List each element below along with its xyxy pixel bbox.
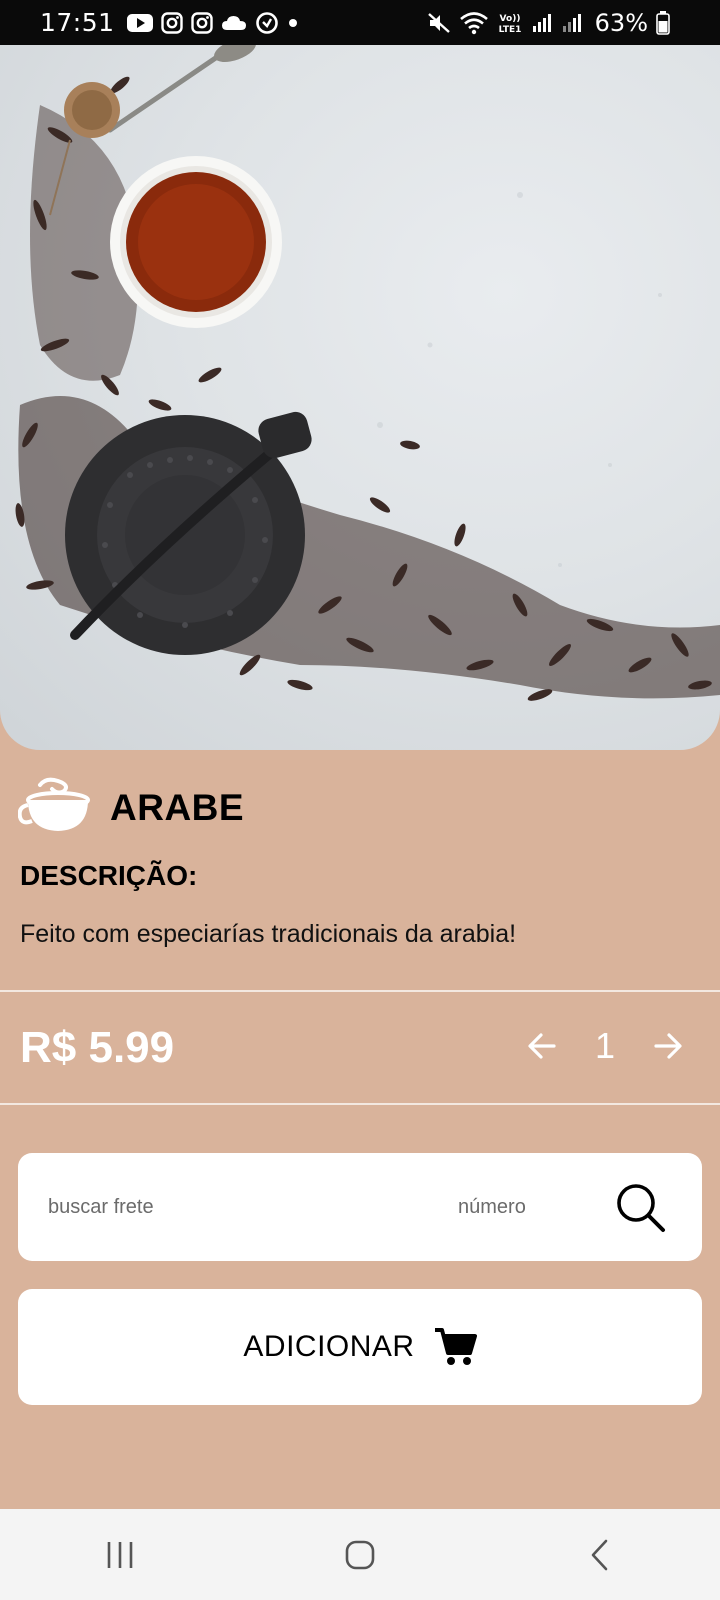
- battery-icon: [656, 10, 670, 35]
- back-icon: [591, 1539, 608, 1570]
- search-icon: [617, 1184, 665, 1232]
- decrease-quantity-button[interactable]: [522, 1026, 562, 1066]
- volte-icon: Vo)) LTE1: [497, 11, 523, 35]
- instagram-icon: [160, 11, 183, 34]
- signal-icon: [531, 12, 553, 34]
- add-to-cart-label: ADICIONAR: [243, 1330, 415, 1363]
- freight-search: [18, 1153, 702, 1261]
- freight-cep-input[interactable]: [46, 1194, 430, 1220]
- quantity-value: 1: [594, 1025, 616, 1066]
- home-icon: [345, 1540, 375, 1569]
- system-icons: Vo)) LTE1 63%: [427, 9, 670, 37]
- wifi-icon: [459, 11, 489, 35]
- product-price: R$ 5.99: [20, 1023, 175, 1072]
- product-name: ARABE: [110, 786, 245, 828]
- notification-icons: [126, 11, 299, 35]
- product-header: ARABE: [17, 775, 245, 840]
- mute-icon: [427, 11, 451, 35]
- battery-level: 63%: [594, 8, 648, 37]
- add-to-cart-button[interactable]: ADICIONAR: [18, 1289, 702, 1405]
- recent-apps-button[interactable]: [60, 1515, 180, 1595]
- increase-quantity-button[interactable]: [648, 1026, 688, 1066]
- svg-text:Vo)): Vo)): [499, 14, 520, 24]
- arrow-right-icon: [654, 1033, 682, 1059]
- instagram-icon: [190, 11, 213, 34]
- back-button[interactable]: [540, 1515, 660, 1595]
- navigation-bar: [0, 1509, 720, 1600]
- status-time: 17:51: [40, 8, 115, 37]
- signal-icon: [561, 12, 583, 34]
- divider: [0, 990, 720, 992]
- product-image: [0, 45, 720, 750]
- divider: [0, 1103, 720, 1105]
- arrow-left-icon: [528, 1033, 556, 1059]
- activity-icon: [255, 11, 279, 35]
- quantity-stepper: 1: [522, 1025, 688, 1067]
- cart-icon: [433, 1327, 477, 1367]
- recent-apps-icon: [107, 1541, 133, 1568]
- search-button[interactable]: [612, 1179, 668, 1235]
- status-bar: 17:51 Vo)) LTE1 63%: [0, 0, 720, 45]
- description-text: Feito com especiarías tradicionais da ar…: [20, 920, 517, 948]
- description-title: DESCRIÇÃO:: [20, 860, 198, 891]
- youtube-icon: [126, 13, 153, 33]
- dot-icon: [287, 17, 299, 29]
- svg-text:LTE1: LTE1: [498, 25, 521, 35]
- tea-cup-icon: [17, 775, 90, 840]
- cloud-icon: [221, 13, 247, 33]
- home-button[interactable]: [300, 1515, 420, 1595]
- freight-number-input[interactable]: [456, 1194, 590, 1220]
